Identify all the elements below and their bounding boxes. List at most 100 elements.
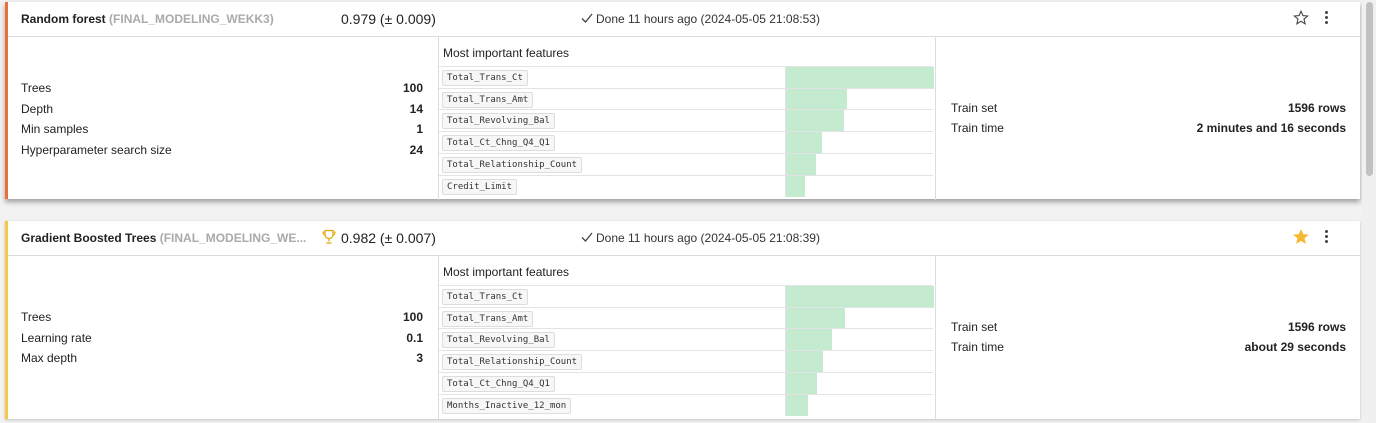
param-row: Min samples 1	[21, 119, 423, 140]
importance-bar	[786, 351, 823, 373]
param-label: Min samples	[21, 122, 89, 137]
param-value: 3	[416, 351, 423, 366]
param-label: Trees	[21, 81, 52, 95]
model-card-gradient-boosted-trees[interactable]: Gradient Boosted Trees (FINAL_MODELING_W…	[5, 221, 1360, 419]
train-label: Train set	[951, 101, 998, 115]
hyperparameters: Trees 100 Learning rate 0.1 Max depth 3	[21, 307, 423, 369]
param-label: Learning rate	[21, 330, 92, 345]
features-title: Most important features	[443, 265, 570, 279]
feature-row: Total_Trans_Amt	[439, 306, 933, 330]
hyperparameters: Trees 100 Depth 14 Min samples 1 Hyperparam…	[21, 78, 423, 161]
feature-tag: Total_Trans_Amt	[442, 310, 534, 327]
train-label: Train set	[951, 320, 998, 334]
param-label: Hyperparameter search size	[21, 143, 172, 158]
feature-tag: Months_Inactive_12_mon	[442, 397, 572, 414]
feature-row: Total_Revolving_Bal	[439, 109, 933, 133]
train-info: Train set 1596 rows Train time about 29 se…	[951, 317, 1346, 357]
features-title: Most important features	[443, 46, 570, 60]
feature-tag: Total_Relationship_Count	[442, 354, 583, 371]
model-name: Random forest	[21, 12, 106, 26]
param-label: Trees	[21, 310, 52, 324]
importance-bar	[786, 153, 816, 176]
param-row: Max depth 3	[21, 348, 423, 369]
importance-bar	[786, 307, 846, 330]
param-row: Trees 100	[21, 307, 423, 328]
param-label: Depth	[21, 101, 54, 116]
importance-bar	[786, 132, 822, 154]
more-options-icon[interactable]	[1325, 230, 1329, 246]
feature-row: Total_Trans_Amt	[439, 87, 933, 111]
model-score: 0.979 (± 0.009)	[341, 11, 436, 27]
param-value: 14	[409, 101, 423, 116]
param-value: 100	[402, 81, 423, 95]
feature-tag: Total_Revolving_Bal	[442, 332, 555, 349]
param-value: 0.1	[406, 330, 423, 345]
status-text: Done 11 hours ago (2024-05-05 21:08:53)	[581, 12, 820, 26]
param-row: Learning rate 0.1	[21, 328, 423, 349]
feature-tag: Credit_Limit	[442, 178, 518, 195]
star-outline-icon[interactable]	[1293, 10, 1309, 26]
feature-tag: Total_Ct_Chng_Q4_Q1	[442, 375, 555, 392]
model-title[interactable]: Random forest (FINAL_MODELING_WEKK3)	[21, 12, 274, 26]
importance-bar	[786, 394, 809, 417]
status-label: Done 11 hours ago (2024-05-05 21:08:39)	[596, 231, 820, 245]
vertical-scrollbar[interactable]	[1362, 0, 1376, 423]
train-row: Train time about 29 seconds	[951, 337, 1346, 357]
project-name: (FINAL_MODELING_WE...	[159, 231, 307, 245]
train-row: Train time 2 minutes and 16 seconds	[951, 118, 1346, 138]
param-value: 24	[409, 143, 423, 158]
param-value: 1	[416, 122, 423, 137]
feature-row: Total_Ct_Chng_Q4_Q1	[439, 131, 933, 154]
importance-bar	[786, 286, 934, 308]
more-options-icon[interactable]	[1325, 11, 1329, 27]
param-value: 100	[402, 310, 423, 324]
feature-row: Total_Revolving_Bal	[439, 328, 933, 352]
feature-row: Total_Ct_Chng_Q4_Q1	[439, 371, 933, 395]
train-label: Train time	[951, 340, 1004, 354]
feature-row: Total_Trans_Ct	[439, 66, 934, 89]
param-row: Depth 14	[21, 99, 423, 120]
train-row: Train set 1596 rows	[951, 317, 1346, 337]
feature-row: Total_Trans_Ct	[439, 285, 934, 308]
train-value: 1596 rows	[1287, 101, 1346, 115]
model-title[interactable]: Gradient Boosted Trees (FINAL_MODELING_W…	[21, 231, 306, 245]
card-header: Random forest (FINAL_MODELING_WEKK3) 0.9…	[8, 2, 1360, 37]
importance-bar	[786, 110, 844, 133]
check-icon	[581, 232, 593, 242]
train-label: Train time	[951, 121, 1004, 135]
train-row: Train set 1596 rows	[951, 98, 1346, 118]
card-header: Gradient Boosted Trees (FINAL_MODELING_W…	[8, 221, 1360, 256]
feature-row: Total_Relationship_Count	[439, 350, 933, 373]
train-value: 1596 rows	[1287, 320, 1346, 334]
feature-importance-panel: Most important features Total_Trans_Ct T…	[438, 255, 936, 419]
importance-bar	[786, 67, 934, 89]
feature-tag: Total_Ct_Chng_Q4_Q1	[442, 135, 555, 152]
trophy-icon	[322, 229, 336, 244]
project-name: (FINAL_MODELING_WEKK3)	[109, 12, 274, 26]
status-text: Done 11 hours ago (2024-05-05 21:08:39)	[581, 231, 820, 245]
model-score: 0.982 (± 0.007)	[341, 230, 436, 246]
feature-row: Total_Relationship_Count	[439, 152, 933, 176]
feature-tag: Total_Relationship_Count	[442, 156, 583, 173]
param-row: Trees 100	[21, 78, 423, 99]
scrollbar-thumb[interactable]	[1366, 2, 1373, 176]
status-label: Done 11 hours ago (2024-05-05 21:08:53)	[596, 12, 820, 26]
importance-bar	[786, 329, 832, 352]
feature-row: Credit_Limit	[439, 174, 933, 198]
feature-row: Months_Inactive_12_mon	[439, 393, 933, 417]
train-value: 2 minutes and 16 seconds	[1196, 121, 1346, 135]
importance-bar	[786, 175, 806, 198]
importance-bar	[786, 372, 818, 395]
param-label: Max depth	[21, 351, 78, 366]
feature-tag: Total_Trans_Ct	[442, 70, 528, 86]
model-card-random-forest[interactable]: Random forest (FINAL_MODELING_WEKK3) 0.9…	[5, 2, 1360, 200]
train-value: about 29 seconds	[1244, 340, 1346, 354]
star-filled-icon[interactable]	[1293, 229, 1309, 245]
check-icon	[581, 13, 593, 23]
importance-bar	[786, 88, 847, 111]
train-info: Train set 1596 rows Train time 2 minutes a…	[951, 98, 1346, 138]
model-name: Gradient Boosted Trees	[21, 231, 157, 245]
feature-importance-panel: Most important features Total_Trans_Ct T…	[438, 36, 936, 200]
feature-tag: Total_Trans_Amt	[442, 91, 534, 108]
feature-tag: Total_Revolving_Bal	[442, 113, 555, 130]
